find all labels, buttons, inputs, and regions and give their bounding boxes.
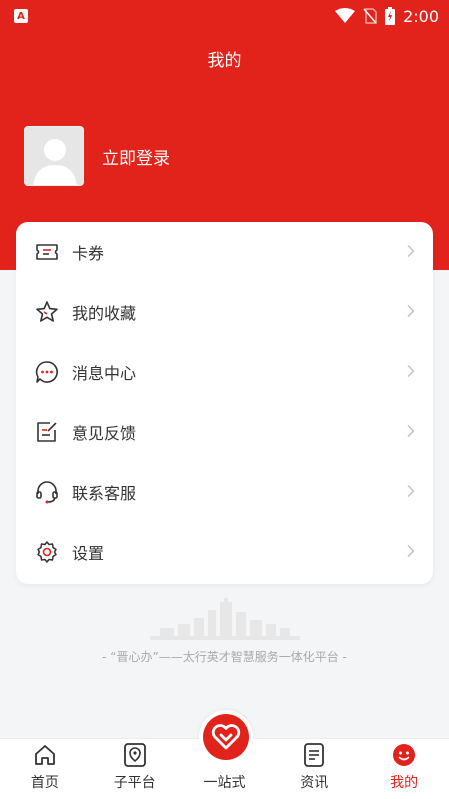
tab-label: 资讯 [300,775,329,791]
app-notification-icon: A [14,9,28,23]
menu-item-label: 意见反馈 [72,424,137,443]
profile-section[interactable]: 立即登录 [24,126,170,186]
avatar[interactable] [24,126,84,186]
gear-icon [34,539,60,565]
menu-item-settings[interactable]: 设置 [16,522,433,582]
chevron-right-icon [407,243,415,262]
chevron-right-icon [407,543,415,562]
menu-card: 卡券 我的收藏 消息中心 意见反馈 联系客服 设置 [16,222,433,584]
menu-item-label: 设置 [72,544,105,563]
menu-item-customer-service[interactable]: 联系客服 [16,462,433,522]
platform-slogan: - “晋心办”——太行英才智慧服务一体化平台 - [102,650,347,664]
home-icon [33,741,57,769]
battery-icon [385,7,396,25]
city-skyline-watermark [150,598,300,648]
tab-sub-platform[interactable]: 子平台 [90,739,180,799]
ticket-icon [34,239,60,265]
chevron-right-icon [407,303,415,322]
tab-label: 子平台 [113,775,156,791]
chevron-right-icon [407,363,415,382]
wifi-icon [335,8,356,23]
headset-icon [34,479,60,505]
menu-item-coupons[interactable]: 卡券 [16,222,433,282]
message-icon [34,359,60,385]
default-avatar-icon [25,127,83,185]
menu-item-label: 我的收藏 [72,304,137,323]
clock: 2:00 [403,6,439,26]
tab-home[interactable]: 首页 [0,739,90,799]
chevron-right-icon [407,423,415,442]
menu-item-favorites[interactable]: 我的收藏 [16,282,433,342]
one-stop-button[interactable] [199,710,253,764]
login-link[interactable]: 立即登录 [102,144,170,169]
chevron-right-icon [407,483,415,502]
news-icon [302,741,326,769]
tab-label: 一站式 [203,775,246,791]
tab-label: 首页 [30,775,59,791]
tab-label: 我的 [390,775,419,791]
page-title: 我的 [207,51,242,71]
star-icon [34,299,60,325]
status-bar: A 2:00 [0,0,449,32]
no-sim-icon [363,8,377,24]
menu-item-label: 卡券 [72,244,105,263]
tab-mine[interactable]: 我的 [359,739,449,799]
menu-item-messages[interactable]: 消息中心 [16,342,433,402]
menu-item-label: 联系客服 [72,484,137,503]
location-icon [123,741,147,769]
tab-news[interactable]: 资讯 [269,739,359,799]
menu-item-label: 消息中心 [72,364,137,383]
heart-icon [203,714,249,760]
menu-item-feedback[interactable]: 意见反馈 [16,402,433,462]
profile-icon [391,741,417,769]
feedback-icon [34,419,60,445]
